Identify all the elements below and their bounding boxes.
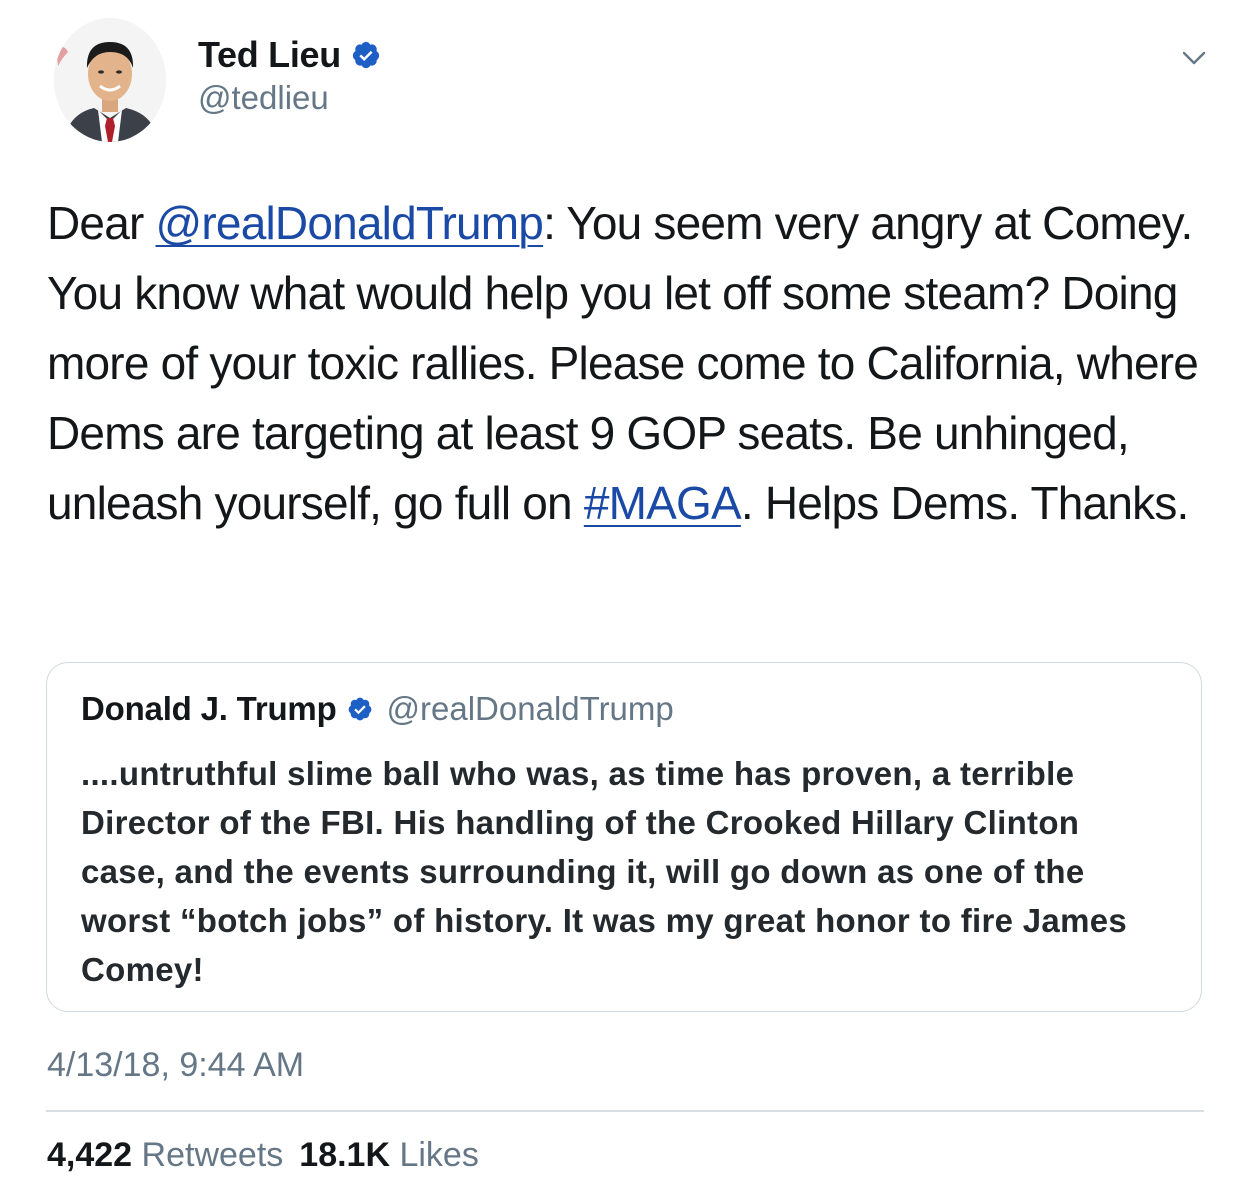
retweets-stat[interactable]: 4,422 Retweets: [47, 1134, 283, 1176]
likes-label: Likes: [399, 1136, 479, 1174]
retweets-label: Retweets: [141, 1136, 284, 1174]
hashtag-link[interactable]: #MAGA: [584, 477, 742, 529]
chevron-down-icon: [1182, 51, 1206, 65]
tweet-text: Dear @realDonaldTrump: You seem very ang…: [47, 188, 1237, 538]
quoted-author-name: Donald J. Trump: [81, 690, 337, 727]
quoted-tweet-card[interactable]: Donald J. Trump @realDonaldTrump ....unt…: [46, 662, 1202, 1012]
quoted-tweet-text: ....untruthful slime ball who was, as ti…: [81, 755, 1128, 988]
quoted-tweet-header: Donald J. Trump @realDonaldTrump: [81, 689, 674, 729]
quoted-author-handle: @realDonaldTrump: [386, 690, 674, 727]
retweets-count: 4,422: [47, 1136, 133, 1174]
divider: [46, 1110, 1204, 1112]
author-avatar[interactable]: [54, 18, 166, 142]
tweet-stats: 4,422 Retweets 18.1K Likes: [47, 1134, 479, 1176]
author-handle[interactable]: @tedlieu: [198, 78, 329, 118]
verified-badge-icon: [347, 696, 373, 722]
avatar-image: [54, 18, 166, 142]
author-name[interactable]: Ted Lieu: [198, 34, 341, 76]
tweet-text-part: . Helps Dems. Thanks.: [740, 477, 1189, 529]
likes-stat[interactable]: 18.1K Likes: [299, 1134, 479, 1176]
verified-badge-icon: [351, 40, 381, 70]
tweet-text-part: Dear: [47, 197, 156, 249]
author-name-row[interactable]: Ted Lieu: [198, 34, 381, 76]
tweet-timestamp[interactable]: 4/13/18, 9:44 AM: [47, 1044, 304, 1086]
more-options-button[interactable]: [1176, 40, 1212, 76]
likes-count: 18.1K: [299, 1136, 391, 1174]
mention-link[interactable]: @realDonaldTrump: [156, 197, 544, 249]
